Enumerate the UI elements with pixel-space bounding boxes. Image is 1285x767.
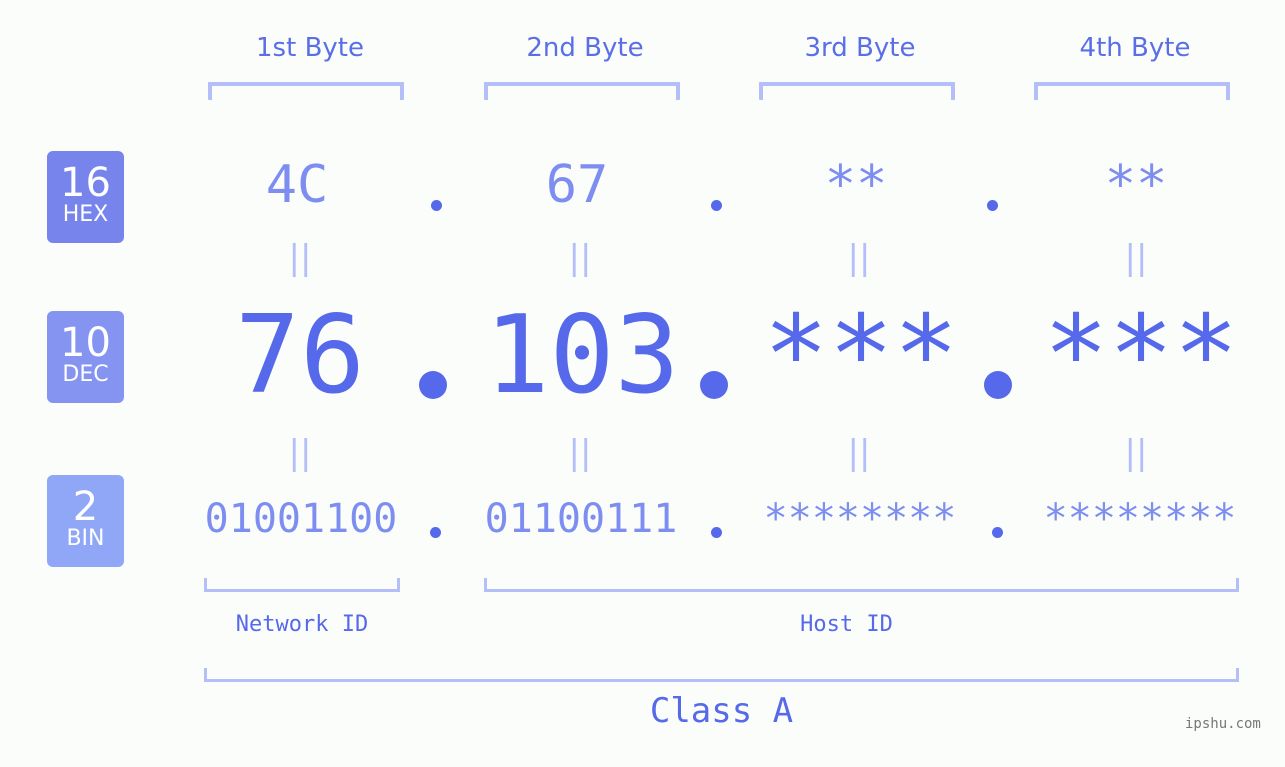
dec-badge-label: DEC [62,362,109,387]
hex-byte-1: 4C [265,155,329,215]
byte-header-3: 3rd Byte [804,33,916,63]
hex-byte-4: ** [1104,155,1168,215]
byte-header-1: 1st Byte [256,33,364,63]
dec-byte-2: 103 [484,293,680,418]
class-label: Class A [649,691,794,731]
equals-icon: || [568,238,592,278]
dec-dot-3 [984,371,1012,399]
hex-byte-3: ** [824,155,888,215]
dec-badge-base: 10 [60,320,111,366]
equals-icon: || [288,238,312,278]
hex-badge: 16 HEX [47,151,124,243]
byte-bracket-3 [759,82,955,100]
equals-icon: || [288,433,312,473]
dec-badge: 10 DEC [47,311,124,403]
network-id-label: Network ID [235,612,369,637]
bin-badge: 2 BIN [47,475,124,567]
byte-bracket-2 [484,82,680,100]
dec-byte-3: *** [763,293,959,418]
bin-byte-3: ******** [763,496,957,542]
equals-icon: || [847,433,871,473]
hex-dot-1 [431,200,442,211]
bin-dot-3 [992,527,1003,538]
dec-byte-1: 76 [234,293,366,418]
bin-byte-1: 01001100 [204,496,398,542]
bin-badge-label: BIN [66,526,105,551]
equals-icon: || [568,433,592,473]
bin-byte-2: 01100111 [484,496,678,542]
network-id-bracket [204,578,400,592]
byte-bracket-4 [1034,82,1230,100]
class-bracket [204,668,1239,682]
equals-icon: || [1124,433,1148,473]
host-id-bracket [484,578,1239,592]
bin-dot-2 [711,527,722,538]
dec-dot-1 [419,371,447,399]
byte-header-2: 2nd Byte [526,33,644,63]
host-id-label: Host ID [800,612,893,637]
bin-badge-base: 2 [72,484,99,530]
hex-byte-2: 67 [545,155,609,215]
hex-badge-base: 16 [60,160,111,206]
hex-dot-3 [987,200,998,211]
watermark: ipshu.com [1185,716,1261,732]
byte-bracket-1 [208,82,404,100]
dec-byte-4: *** [1043,293,1239,418]
hex-dot-2 [711,200,722,211]
byte-header-4: 4th Byte [1079,33,1191,63]
dec-dot-2 [700,371,728,399]
equals-icon: || [847,238,871,278]
equals-icon: || [1124,238,1148,278]
bin-dot-1 [430,527,441,538]
hex-badge-label: HEX [62,202,109,227]
bin-byte-4: ******** [1043,496,1237,542]
